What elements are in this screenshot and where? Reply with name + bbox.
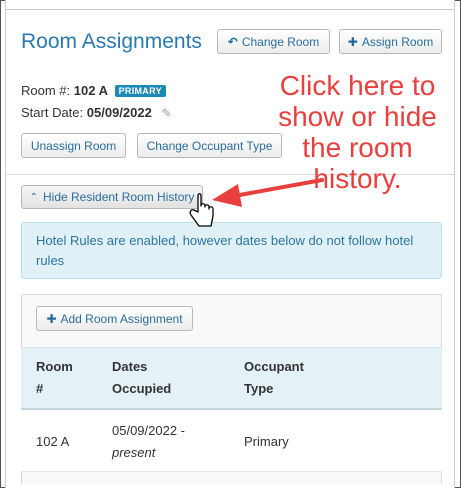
- hand-pointer-icon: [189, 193, 214, 227]
